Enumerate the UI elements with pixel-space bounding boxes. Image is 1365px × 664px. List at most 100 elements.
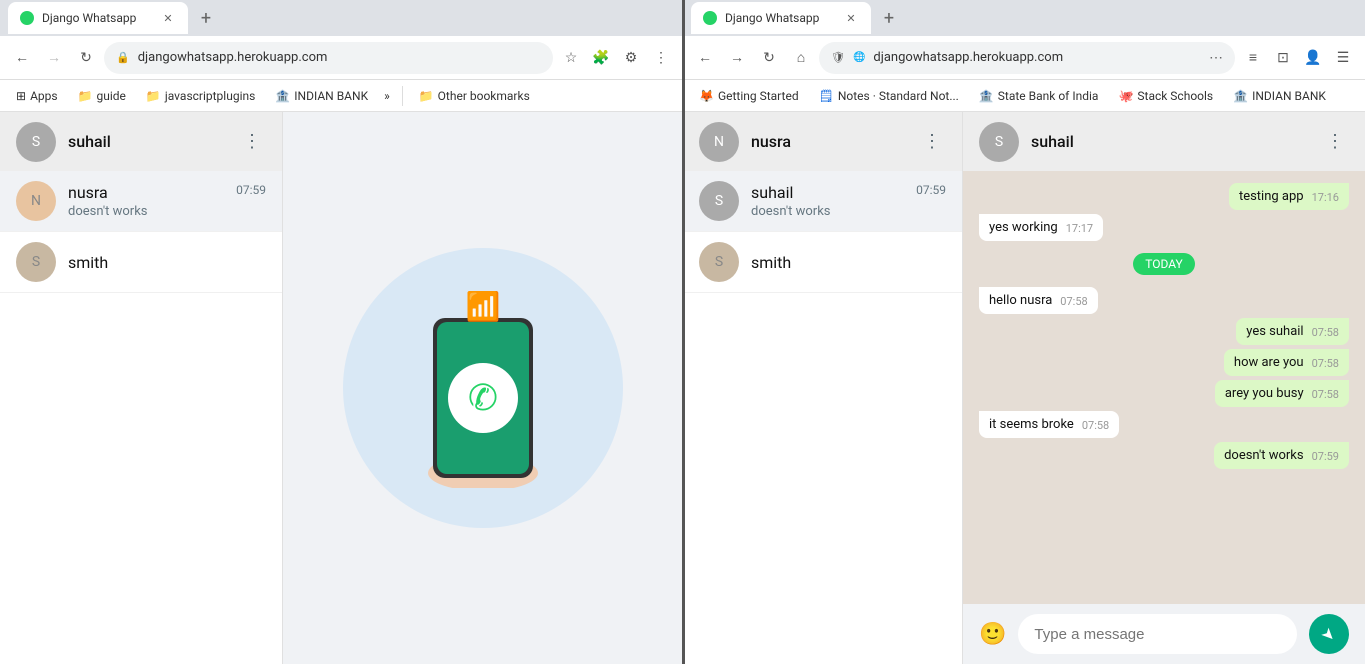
right-bookmark-sbi[interactable]: 🏦 State Bank of India bbox=[971, 87, 1107, 105]
right-back-button[interactable]: ← bbox=[691, 44, 719, 72]
message-arey-busy-text: arey you busy bbox=[1225, 386, 1304, 401]
right-url-bar[interactable]: 🛡 🌐 djangowhatsapp.herokuapp.com ⋯ bbox=[819, 42, 1235, 74]
message-doesnt-works: doesn't works 07:59 bbox=[1214, 442, 1349, 469]
right-contact-list: S suhail doesn't works 07:59 S smith bbox=[683, 171, 962, 664]
right-more-options-button[interactable]: ⋮ bbox=[918, 128, 946, 156]
message-how-are-you-text: how are you bbox=[1234, 355, 1304, 370]
message-doesnt-works-text: doesn't works bbox=[1224, 448, 1304, 463]
left-nusra-preview: doesn't works bbox=[68, 204, 224, 219]
right-emoji-button[interactable]: 🙂 bbox=[979, 622, 1006, 647]
left-toolbar-icons: ☆ 🧩 ⚙ ⋮ bbox=[557, 44, 675, 72]
right-message-input[interactable] bbox=[1018, 614, 1297, 654]
left-star-icon[interactable]: ☆ bbox=[557, 44, 585, 72]
left-browser: Django Whatsapp ✕ + ← → ↻ 🔒 djangowhatsa… bbox=[0, 0, 683, 664]
left-tab-label: Django Whatsapp bbox=[42, 11, 152, 25]
right-bookmark-notes[interactable]: 🗒 Notes · Standard Not... bbox=[811, 87, 967, 105]
bookmark-other[interactable]: 📁 Other bookmarks bbox=[411, 87, 538, 105]
left-more-options-button[interactable]: ⋮ bbox=[238, 128, 266, 156]
right-tab-label: Django Whatsapp bbox=[725, 11, 835, 25]
right-tab-close-icon[interactable]: ✕ bbox=[843, 10, 859, 26]
left-url-bar[interactable]: 🔒 djangowhatsapp.herokuapp.com bbox=[104, 42, 553, 74]
right-bookmark-getting-started[interactable]: 🦊 Getting Started bbox=[691, 87, 807, 105]
message-how-are-you-time: 07:58 bbox=[1312, 357, 1339, 370]
bookmark-indianbank[interactable]: 🏦 INDIAN BANK bbox=[267, 87, 376, 105]
left-sidebar-username: suhail bbox=[68, 132, 111, 151]
right-bookmark-indianbank-label: INDIAN BANK bbox=[1252, 89, 1326, 103]
right-app-area: N nusra ⋮ S suhail doesn't works 07:59 bbox=[683, 112, 1365, 664]
message-yes-suhail: yes suhail 07:58 bbox=[1236, 318, 1349, 345]
message-doesnt-works-time: 07:59 bbox=[1312, 450, 1339, 463]
left-back-button[interactable]: ← bbox=[8, 44, 36, 72]
bookmark-indianbank-label: INDIAN BANK bbox=[294, 89, 368, 103]
right-sidebar-header: N nusra ⋮ bbox=[683, 112, 962, 171]
right-bookmark-indianbank[interactable]: 🏦 INDIAN BANK bbox=[1225, 87, 1334, 105]
left-bookmarks-bar: ⊞ Apps 📁 guide 📁 javascriptplugins 🏦 IND… bbox=[0, 80, 683, 112]
bookmark-apps[interactable]: ⊞ Apps bbox=[8, 87, 66, 105]
right-sidebar-username: nusra bbox=[751, 132, 791, 151]
left-nusra-info: nusra doesn't works bbox=[68, 183, 224, 219]
left-new-tab-button[interactable]: + bbox=[192, 4, 220, 32]
bookmark-more-label: » bbox=[384, 89, 390, 103]
right-chat-panel: S suhail ⋮ testing app 17:16 yes working… bbox=[963, 112, 1365, 664]
message-testing-app: testing app 17:16 bbox=[1229, 183, 1349, 210]
left-phone-svg: ✆ 📶 bbox=[393, 288, 573, 488]
right-account-icon[interactable]: 👤 bbox=[1299, 44, 1327, 72]
left-welcome-screen: ✆ 📶 bbox=[283, 112, 683, 664]
left-tab-close-icon[interactable]: ✕ bbox=[160, 10, 176, 26]
right-user-info: N nusra bbox=[699, 122, 791, 162]
right-home-button[interactable]: ⌂ bbox=[787, 44, 815, 72]
left-contact-list: N nusra doesn't works 07:59 S smith bbox=[0, 171, 282, 664]
bookmark-other-label: Other bookmarks bbox=[438, 89, 530, 103]
left-reload-button[interactable]: ↻ bbox=[72, 44, 100, 72]
right-bookmark-stack-schools-label: Stack Schools bbox=[1137, 89, 1213, 103]
left-more-icon[interactable]: ⋮ bbox=[647, 44, 675, 72]
left-settings-icon[interactable]: ⚙ bbox=[617, 44, 645, 72]
message-testing-app-text: testing app bbox=[1239, 189, 1304, 204]
left-smith-info: smith bbox=[68, 253, 266, 272]
message-it-seems-broke-time: 07:58 bbox=[1082, 419, 1109, 432]
right-bookmark-stack-schools[interactable]: 🐙 Stack Schools bbox=[1110, 87, 1221, 105]
right-suhail-avatar: S bbox=[699, 181, 739, 221]
right-active-tab[interactable]: Django Whatsapp ✕ bbox=[691, 2, 871, 34]
left-welcome-image: ✆ 📶 bbox=[343, 248, 623, 528]
left-puzzle-icon[interactable]: 🧩 bbox=[587, 44, 615, 72]
left-sidebar-header: S suhail ⋮ bbox=[0, 112, 282, 171]
right-tab-bar: Django Whatsapp ✕ + bbox=[683, 0, 1365, 36]
bookmark-guide-label: guide bbox=[97, 89, 126, 103]
right-smith-avatar: S bbox=[699, 242, 739, 282]
right-contact-suhail[interactable]: S suhail doesn't works 07:59 bbox=[683, 171, 962, 232]
left-url-text: djangowhatsapp.herokuapp.com bbox=[138, 50, 541, 65]
message-yes-working-text: yes working bbox=[989, 220, 1058, 235]
right-send-icon: ➤ bbox=[1318, 623, 1341, 646]
left-smith-avatar: S bbox=[16, 242, 56, 282]
right-site-icon: 🌐 bbox=[853, 52, 865, 63]
left-contact-smith[interactable]: S smith bbox=[0, 232, 282, 293]
left-contact-nusra[interactable]: N nusra doesn't works 07:59 bbox=[0, 171, 282, 232]
left-nusra-name: nusra bbox=[68, 183, 224, 202]
right-chat-more-button[interactable]: ⋮ bbox=[1321, 128, 1349, 156]
right-url-more-icon[interactable]: ⋯ bbox=[1209, 50, 1223, 66]
message-hello-nusra-text: hello nusra bbox=[989, 293, 1052, 308]
bookmark-more-button[interactable]: » bbox=[380, 87, 394, 105]
right-split-icon[interactable]: ⊡ bbox=[1269, 44, 1297, 72]
bookmark-jsplugins[interactable]: 📁 javascriptplugins bbox=[138, 87, 263, 105]
message-hello-nusra: hello nusra 07:58 bbox=[979, 287, 1098, 314]
left-user-info: S suhail bbox=[16, 122, 111, 162]
right-tab-favicon bbox=[703, 11, 717, 25]
left-active-tab[interactable]: Django Whatsapp ✕ bbox=[8, 2, 188, 34]
bookmark-guide[interactable]: 📁 guide bbox=[70, 87, 134, 105]
right-forward-button[interactable]: → bbox=[723, 44, 751, 72]
right-more-icon[interactable]: ☰ bbox=[1329, 44, 1357, 72]
right-reload-button[interactable]: ↻ bbox=[755, 44, 783, 72]
right-send-button[interactable]: ➤ bbox=[1309, 614, 1349, 654]
right-smith-info: smith bbox=[751, 253, 946, 272]
bookmark-apps-label: Apps bbox=[30, 89, 58, 103]
left-forward-button[interactable]: → bbox=[40, 44, 68, 72]
right-new-tab-button[interactable]: + bbox=[875, 4, 903, 32]
right-user-avatar: N bbox=[699, 122, 739, 162]
right-history-icon[interactable]: ≡ bbox=[1239, 44, 1267, 72]
right-contact-smith[interactable]: S smith bbox=[683, 232, 962, 293]
right-chat-messages: testing app 17:16 yes working 17:17 TODA… bbox=[963, 171, 1365, 604]
bookmark-jsplugins-label: javascriptplugins bbox=[165, 89, 255, 103]
left-smith-name: smith bbox=[68, 253, 266, 272]
